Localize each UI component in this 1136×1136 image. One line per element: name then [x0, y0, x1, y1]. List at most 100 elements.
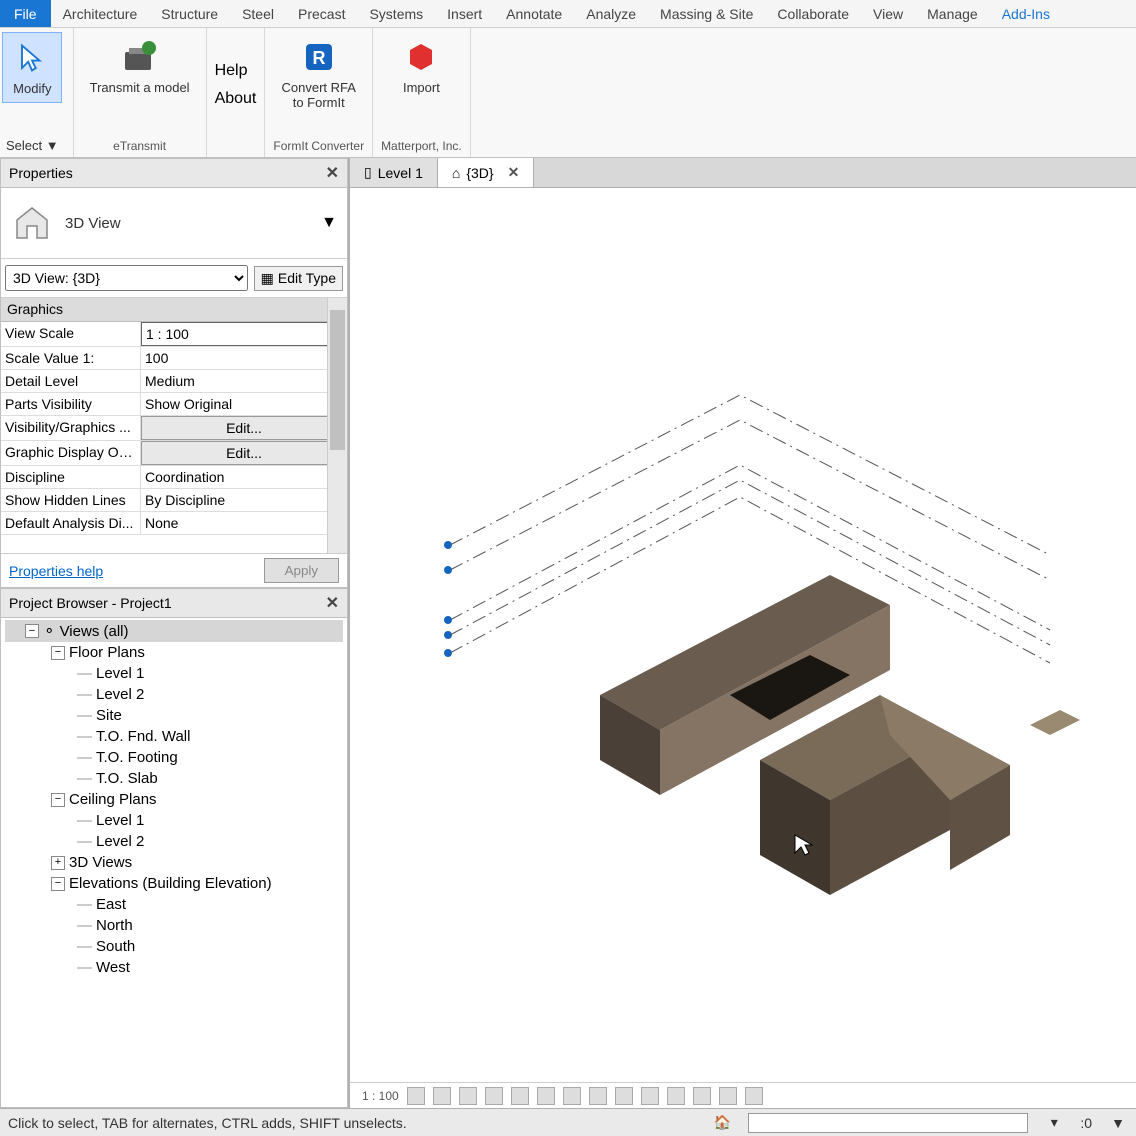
prop-row[interactable]: View Scale1 : 100: [1, 322, 347, 347]
tree-category[interactable]: −Floor Plans: [5, 642, 343, 663]
vc-icon-13[interactable]: [719, 1087, 737, 1105]
expander-icon[interactable]: −: [51, 877, 65, 891]
apply-button[interactable]: Apply: [264, 558, 339, 583]
prop-edit-button[interactable]: Edit...: [141, 441, 347, 465]
vc-icon-1[interactable]: [407, 1087, 425, 1105]
tree-item[interactable]: — Level 1: [5, 810, 343, 831]
tree-item[interactable]: — Level 2: [5, 831, 343, 852]
convert-rfa-button[interactable]: R Convert RFA to FormIt: [274, 32, 364, 116]
vc-icon-9[interactable]: [615, 1087, 633, 1105]
prop-group-graphics[interactable]: Graphics⌃: [1, 298, 347, 322]
house-icon: [11, 202, 53, 244]
menu-annotate[interactable]: Annotate: [494, 0, 574, 27]
vc-icon-12[interactable]: [693, 1087, 711, 1105]
tree-item[interactable]: — North: [5, 915, 343, 936]
status-hint: Click to select, TAB for alternates, CTR…: [8, 1115, 407, 1131]
sb-icon-1[interactable]: 🏠: [712, 1113, 732, 1133]
expander-icon[interactable]: −: [25, 624, 39, 638]
import-button[interactable]: Import: [391, 32, 451, 101]
vc-icon-11[interactable]: [667, 1087, 685, 1105]
menu-precast[interactable]: Precast: [286, 0, 357, 27]
menu-massing-site[interactable]: Massing & Site: [648, 0, 765, 27]
tree-item[interactable]: — Site: [5, 705, 343, 726]
select-dropdown[interactable]: Select ▼: [0, 136, 65, 155]
tree-item[interactable]: — Level 1: [5, 663, 343, 684]
vc-icon-3[interactable]: [459, 1087, 477, 1105]
menu-structure[interactable]: Structure: [149, 0, 230, 27]
tree-item[interactable]: — T.O. Fnd. Wall: [5, 726, 343, 747]
viewport-content: [350, 188, 1136, 1082]
prop-value[interactable]: Coordination: [141, 466, 347, 488]
3d-viewport[interactable]: [350, 188, 1136, 1082]
edit-type-button[interactable]: ▦ Edit Type: [254, 266, 343, 291]
prop-value[interactable]: 100: [141, 347, 347, 369]
sb-icon-2[interactable]: ▾: [1044, 1113, 1064, 1133]
expander-icon[interactable]: −: [51, 646, 65, 660]
vc-icon-7[interactable]: [563, 1087, 581, 1105]
view-scale-label[interactable]: 1 : 100: [362, 1089, 399, 1103]
properties-table: Graphics⌃ View Scale1 : 100Scale Value 1…: [1, 298, 347, 553]
tree-category[interactable]: +3D Views: [5, 852, 343, 873]
expander-icon[interactable]: −: [51, 793, 65, 807]
transmit-model-button[interactable]: Transmit a model: [82, 32, 198, 101]
instance-selector[interactable]: 3D View: {3D}: [5, 265, 248, 291]
plan-view-icon: ▯: [364, 164, 372, 181]
view-control-bar: 1 : 100: [350, 1082, 1136, 1108]
prop-row[interactable]: Show Hidden LinesBy Discipline: [1, 489, 347, 512]
vc-icon-8[interactable]: [589, 1087, 607, 1105]
status-search-input[interactable]: [748, 1113, 1028, 1133]
prop-label: Scale Value 1:: [1, 347, 141, 369]
tree-root-views[interactable]: − ⚬ Views (all): [5, 620, 343, 642]
tab-close-icon[interactable]: ✕: [508, 164, 520, 181]
vc-icon-4[interactable]: [485, 1087, 503, 1105]
prop-row[interactable]: Detail LevelMedium: [1, 370, 347, 393]
vc-icon-2[interactable]: [433, 1087, 451, 1105]
prop-value[interactable]: Medium: [141, 370, 347, 392]
properties-help-link[interactable]: Properties help: [9, 563, 103, 579]
tab-3d[interactable]: ⌂ {3D} ✕: [438, 158, 534, 187]
sb-filter-icon[interactable]: ▼: [1108, 1113, 1128, 1133]
vc-icon-6[interactable]: [537, 1087, 555, 1105]
prop-edit-button[interactable]: Edit...: [141, 416, 347, 440]
prop-value[interactable]: By Discipline: [141, 489, 347, 511]
prop-row[interactable]: Graphic Display Op...Edit...: [1, 441, 347, 466]
menu-insert[interactable]: Insert: [435, 0, 494, 27]
menu-architecture[interactable]: Architecture: [51, 0, 150, 27]
menu-systems[interactable]: Systems: [357, 0, 435, 27]
tree-item[interactable]: — West: [5, 957, 343, 978]
prop-row[interactable]: Default Analysis Di...None: [1, 512, 347, 535]
tree-item[interactable]: — T.O. Slab: [5, 768, 343, 789]
menu-file[interactable]: File: [0, 0, 51, 27]
expander-icon[interactable]: +: [51, 856, 65, 870]
prop-row[interactable]: DisciplineCoordination: [1, 466, 347, 489]
about-button[interactable]: About: [215, 90, 257, 108]
prop-value[interactable]: None: [141, 512, 347, 534]
vc-icon-5[interactable]: [511, 1087, 529, 1105]
tree-item[interactable]: — East: [5, 894, 343, 915]
tree-item[interactable]: — T.O. Footing: [5, 747, 343, 768]
prop-value[interactable]: 1 : 100: [141, 322, 347, 346]
menu-analyze[interactable]: Analyze: [574, 0, 648, 27]
tab-level1[interactable]: ▯ Level 1: [350, 158, 438, 187]
prop-value[interactable]: Show Original: [141, 393, 347, 415]
vc-icon-10[interactable]: [641, 1087, 659, 1105]
tree-category[interactable]: −Elevations (Building Elevation): [5, 873, 343, 894]
menu-view[interactable]: View: [861, 0, 915, 27]
tree-item[interactable]: — South: [5, 936, 343, 957]
menu-add-ins[interactable]: Add-Ins: [990, 0, 1062, 27]
properties-close-icon[interactable]: ✕: [326, 163, 339, 183]
menu-collaborate[interactable]: Collaborate: [765, 0, 861, 27]
tree-category[interactable]: −Ceiling Plans: [5, 789, 343, 810]
prop-row[interactable]: Parts VisibilityShow Original: [1, 393, 347, 416]
prop-row[interactable]: Visibility/Graphics ...Edit...: [1, 416, 347, 441]
properties-scrollbar[interactable]: [327, 298, 347, 553]
type-selector[interactable]: 3D View ▼: [1, 188, 347, 259]
prop-row[interactable]: Scale Value 1:100: [1, 347, 347, 370]
menu-manage[interactable]: Manage: [915, 0, 990, 27]
menu-steel[interactable]: Steel: [230, 0, 286, 27]
modify-button[interactable]: Modify: [2, 32, 62, 103]
project-browser-close-icon[interactable]: ✕: [326, 593, 339, 613]
help-button[interactable]: Help: [215, 62, 248, 80]
tree-item[interactable]: — Level 2: [5, 684, 343, 705]
vc-icon-14[interactable]: [745, 1087, 763, 1105]
